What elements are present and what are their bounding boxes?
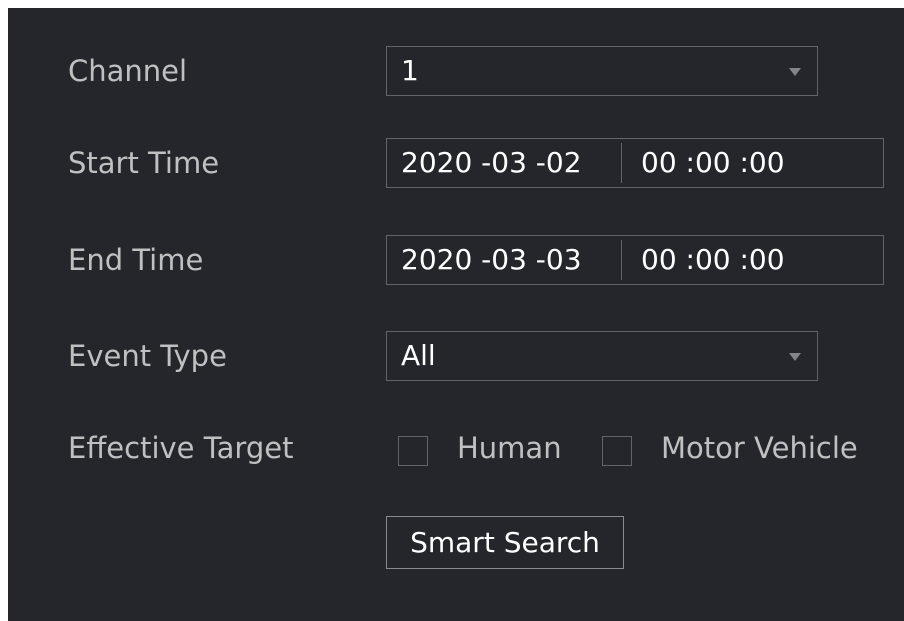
- motor-vehicle-checkbox[interactable]: [602, 436, 632, 466]
- human-checkbox-label[interactable]: Human: [457, 431, 562, 465]
- smart-search-button[interactable]: Smart Search: [386, 516, 624, 569]
- channel-value: 1: [401, 54, 419, 87]
- date-time-divider: [621, 240, 622, 280]
- event-type-value: All: [401, 339, 436, 372]
- channel-label: Channel: [68, 54, 188, 88]
- end-time-label: End Time: [68, 243, 204, 277]
- dropdown-arrow-icon: [789, 68, 801, 76]
- human-checkbox[interactable]: [398, 436, 428, 466]
- end-time-field: 2020 -03 -03 00 :00 :00: [386, 235, 884, 285]
- end-time-input[interactable]: 00 :00 :00: [641, 236, 785, 284]
- start-time-field: 2020 -03 -02 00 :00 :00: [386, 138, 884, 188]
- event-type-label: Event Type: [68, 339, 227, 373]
- event-type-dropdown[interactable]: All: [386, 331, 818, 381]
- smart-search-panel: Channel 1 Start Time 2020 -03 -02 00 :00…: [8, 8, 904, 621]
- motor-vehicle-checkbox-label[interactable]: Motor Vehicle: [661, 431, 858, 465]
- start-date-input[interactable]: 2020 -03 -02: [401, 139, 582, 187]
- dropdown-arrow-icon: [789, 353, 801, 361]
- date-time-divider: [621, 143, 622, 183]
- effective-target-label: Effective Target: [68, 431, 294, 465]
- end-date-input[interactable]: 2020 -03 -03: [401, 236, 582, 284]
- start-time-label: Start Time: [68, 146, 220, 180]
- start-time-input[interactable]: 00 :00 :00: [641, 139, 785, 187]
- channel-dropdown[interactable]: 1: [386, 46, 818, 96]
